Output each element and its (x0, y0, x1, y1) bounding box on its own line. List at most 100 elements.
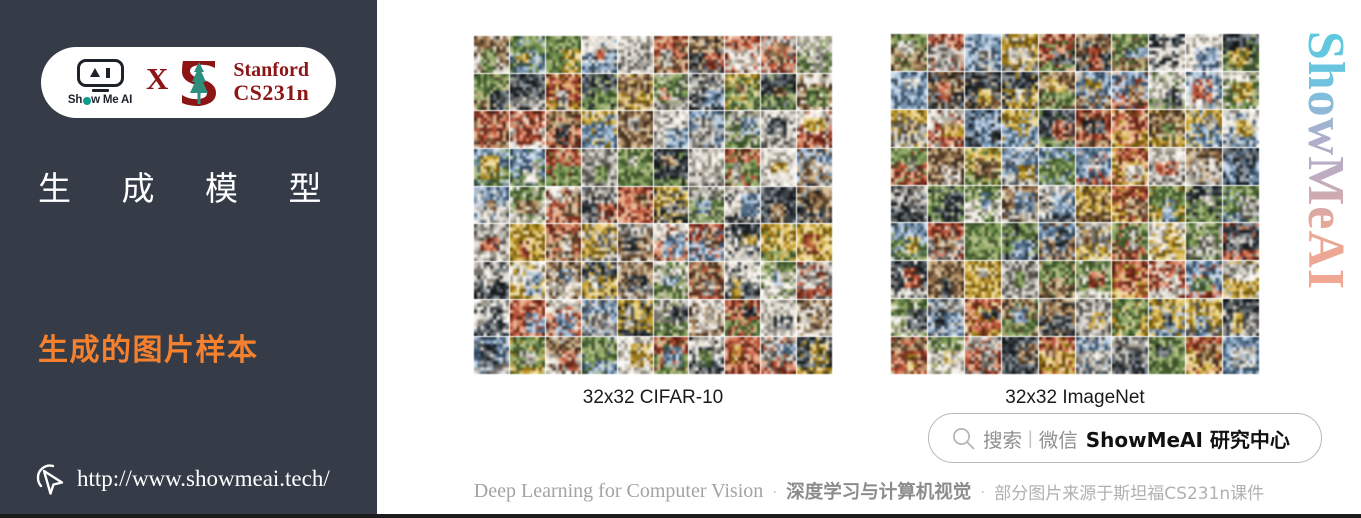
generated-sample-image (1038, 223, 1075, 261)
generated-sample-image (761, 262, 797, 299)
generated-sample-image (1112, 109, 1149, 147)
generated-sample-image (725, 299, 761, 337)
generated-sample-image (581, 36, 617, 73)
generated-sample-image (689, 337, 725, 374)
generated-sample-image (1075, 299, 1112, 337)
generated-sample-image (1186, 71, 1223, 109)
generated-sample-image (1223, 299, 1259, 337)
generated-sample-image (927, 261, 964, 299)
generated-sample-image (891, 71, 927, 109)
showmeai-logo: Sh w Me AI (61, 58, 139, 107)
generated-sample-image (1223, 71, 1259, 109)
generated-sample-image (581, 224, 617, 261)
generated-sample-image (1149, 71, 1186, 109)
generated-sample-image (891, 34, 927, 71)
generated-sample-image (1075, 185, 1112, 223)
generated-sample-image (509, 36, 545, 73)
footer-chinese-bold-label: 深度学习与计算机视觉 (786, 482, 972, 503)
site-url-label[interactable]: http://www.showmeai.tech/ (77, 466, 330, 492)
generated-sample-image (545, 111, 581, 148)
generated-sample-image (1038, 185, 1075, 223)
generated-sample-image (1112, 147, 1149, 185)
generated-sample-image (964, 185, 1001, 223)
section-subtitle: 生成的图片样本 (38, 333, 259, 368)
generated-sample-image (474, 337, 509, 374)
generated-sample-image (725, 149, 761, 186)
stanford-line2: CS231n (233, 80, 310, 106)
generated-sample-image (1038, 109, 1075, 147)
image-grid-cifar10 (474, 36, 832, 374)
generated-sample-image (1112, 261, 1149, 299)
site-url-row[interactable]: http://www.showmeai.tech/ (32, 461, 330, 497)
logo-pill: Sh w Me AI X Stanford CS231n (41, 47, 336, 118)
generated-sample-image (545, 337, 581, 374)
generated-sample-image (891, 147, 927, 185)
generated-sample-image (1001, 71, 1038, 109)
generated-sample-image (1186, 337, 1223, 374)
generated-sample-image (1001, 261, 1038, 299)
generated-sample-image (581, 73, 617, 111)
figure-caption-cifar10: 32x32 CIFAR-10 (582, 387, 724, 408)
generated-sample-image (617, 111, 653, 148)
generated-sample-image (1149, 185, 1186, 223)
generated-sample-image (689, 262, 725, 299)
page-title: 生 成 模 型 (38, 169, 342, 208)
mouse-pointer-icon (32, 461, 66, 497)
generated-sample-image (891, 261, 927, 299)
generated-sample-image (509, 262, 545, 299)
generated-sample-image (617, 299, 653, 337)
generated-sample-image (761, 224, 797, 261)
showmeai-watermark-label: ShowMeAI (1297, 30, 1355, 290)
generated-sample-image (474, 186, 509, 224)
generated-sample-image (1001, 337, 1038, 374)
generated-sample-image (1186, 223, 1223, 261)
generated-sample-image (1186, 147, 1223, 185)
slide-root: Sh w Me AI X Stanford CS231n 生 成 模 型 生成的… (0, 0, 1361, 518)
generated-sample-image (964, 223, 1001, 261)
generated-sample-image (927, 299, 964, 337)
generated-sample-image (581, 299, 617, 337)
generated-sample-image (725, 337, 761, 374)
generated-sample-image (1075, 223, 1112, 261)
generated-sample-image (964, 337, 1001, 374)
robot-bar-icon (106, 67, 110, 78)
generated-sample-image (509, 337, 545, 374)
generated-sample-image (1001, 299, 1038, 337)
generated-sample-image (509, 186, 545, 224)
generated-sample-image (927, 147, 964, 185)
generated-sample-image (689, 224, 725, 261)
generated-sample-image (797, 149, 832, 186)
generated-sample-image (617, 337, 653, 374)
generated-sample-image (617, 224, 653, 261)
generated-sample-image (1186, 299, 1223, 337)
footer-chinese-note-label: 部分图片来源于斯坦福CS231n课件 (994, 483, 1265, 504)
figure-imagenet: 32x32 ImageNet (891, 34, 1259, 409)
generated-sample-image (1075, 34, 1112, 71)
generated-sample-image (964, 299, 1001, 337)
generated-sample-image (509, 224, 545, 261)
generated-sample-image (797, 262, 832, 299)
generated-sample-image (891, 223, 927, 261)
generated-sample-image (509, 149, 545, 186)
footer-separator-1: · (772, 482, 778, 500)
generated-sample-image (474, 73, 509, 111)
generated-sample-image (927, 223, 964, 261)
showmeai-dot-icon (82, 97, 91, 106)
wechat-search-bar[interactable]: 搜索 | 微信 ShowMeAI 研究中心 (928, 413, 1322, 463)
generated-sample-image (891, 185, 927, 223)
generated-sample-image (927, 34, 964, 71)
generated-sample-image (964, 71, 1001, 109)
generated-sample-image (1186, 34, 1223, 71)
sidebar: Sh w Me AI X Stanford CS231n 生 成 模 型 生成的… (0, 0, 377, 514)
search-placeholder-label: 搜索 (983, 428, 1023, 452)
footer-english-label: Deep Learning for Computer Vision (473, 479, 764, 502)
generated-sample-image (1149, 147, 1186, 185)
generated-sample-image (545, 149, 581, 186)
generated-sample-image (1038, 34, 1075, 71)
stanford-line1: Stanford (233, 58, 309, 81)
showmeai-wordmark-post: w Me AI (91, 94, 133, 107)
generated-sample-image (689, 36, 725, 73)
generated-sample-image (1186, 109, 1223, 147)
generated-sample-image (689, 73, 725, 111)
generated-sample-image (761, 299, 797, 337)
